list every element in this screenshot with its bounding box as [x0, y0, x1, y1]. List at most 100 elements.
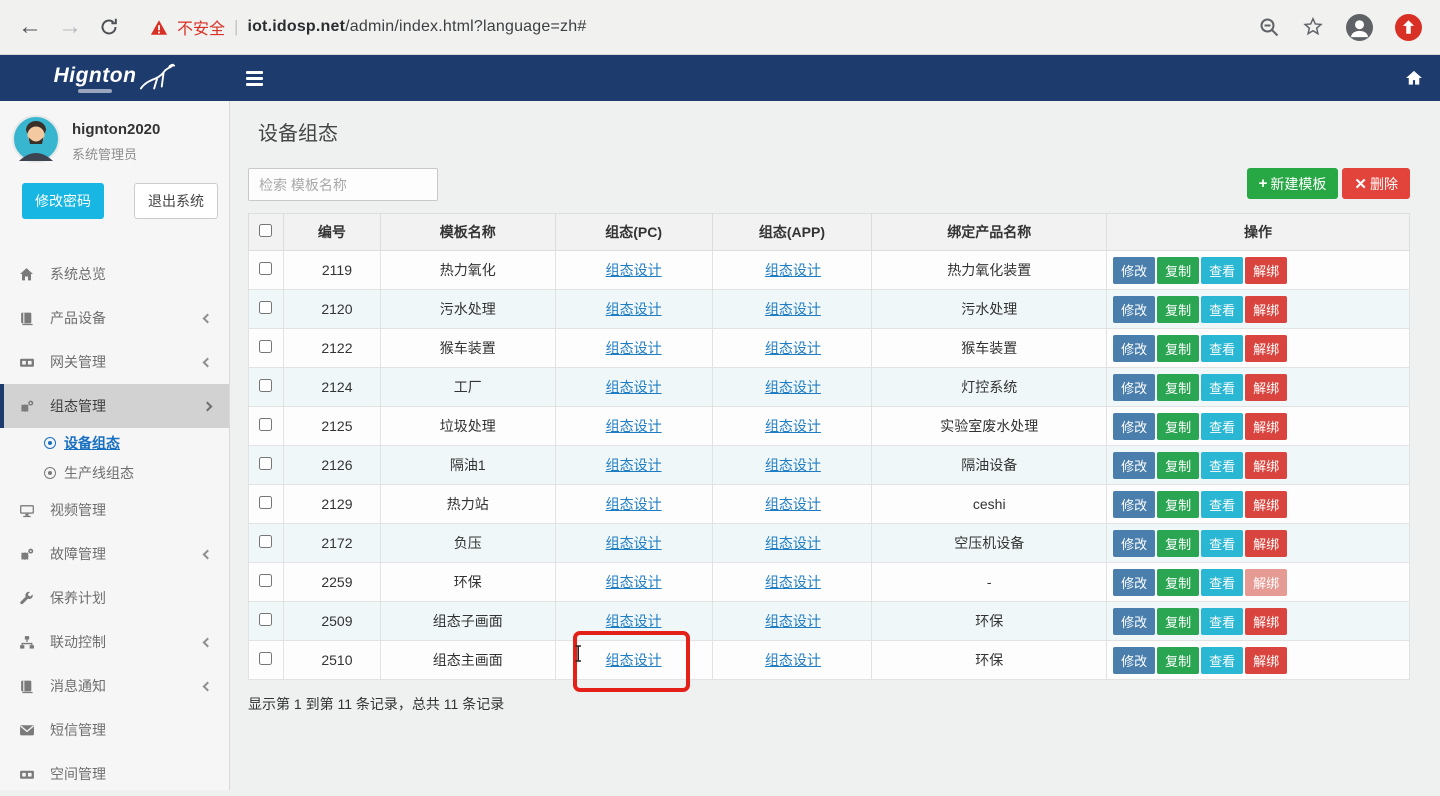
delete-button[interactable]: ✕删除 — [1342, 168, 1410, 199]
unbind-button[interactable]: 解绑 — [1245, 491, 1287, 518]
sidebar-item-保养计划[interactable]: 保养计划 — [0, 576, 229, 620]
view-button[interactable]: 查看 — [1201, 569, 1243, 596]
zoom-out-icon[interactable] — [1258, 16, 1280, 38]
app-config-link[interactable]: 组态设计 — [765, 496, 821, 512]
address-bar[interactable]: 不安全 | iot.idosp.net/admin/index.html?lan… — [150, 15, 1242, 39]
app-logo[interactable]: Hignton — [0, 55, 230, 101]
pc-config-link[interactable]: 组态设计 — [606, 496, 662, 512]
copy-button[interactable]: 复制 — [1157, 296, 1199, 323]
user-avatar[interactable] — [12, 115, 60, 163]
modify-button[interactable]: 修改 — [1113, 335, 1155, 362]
row-checkbox[interactable] — [259, 379, 272, 392]
modify-button[interactable]: 修改 — [1113, 413, 1155, 440]
app-config-link[interactable]: 组态设计 — [765, 457, 821, 473]
view-button[interactable]: 查看 — [1201, 608, 1243, 635]
new-template-button[interactable]: +新建模板 — [1247, 168, 1339, 199]
sidebar-item-组态管理[interactable]: 组态管理 — [0, 384, 229, 428]
unbind-button[interactable]: 解绑 — [1245, 608, 1287, 635]
app-config-link[interactable]: 组态设计 — [765, 613, 821, 629]
pc-config-link[interactable]: 组态设计 — [606, 379, 662, 395]
sidebar-item-系统总览[interactable]: 系统总览 — [0, 252, 229, 296]
logout-button[interactable]: 退出系统 — [134, 183, 218, 219]
sidebar-subitem-设备组态[interactable]: 设备组态 — [0, 428, 229, 458]
sidebar-item-联动控制[interactable]: 联动控制 — [0, 620, 229, 664]
copy-button[interactable]: 复制 — [1157, 530, 1199, 557]
sidebar-item-消息通知[interactable]: 消息通知 — [0, 664, 229, 708]
view-button[interactable]: 查看 — [1201, 491, 1243, 518]
pc-config-link[interactable]: 组态设计 — [606, 613, 662, 629]
sidebar-subitem-生产线组态[interactable]: 生产线组态 — [0, 458, 229, 488]
bookmark-star-icon[interactable] — [1302, 16, 1324, 38]
unbind-button[interactable]: 解绑 — [1245, 374, 1287, 401]
row-checkbox[interactable] — [259, 496, 272, 509]
row-checkbox[interactable] — [259, 652, 272, 665]
change-password-button[interactable]: 修改密码 — [22, 183, 104, 219]
app-config-link[interactable]: 组态设计 — [765, 340, 821, 356]
app-config-link[interactable]: 组态设计 — [765, 379, 821, 395]
row-checkbox[interactable] — [259, 574, 272, 587]
app-config-link[interactable]: 组态设计 — [765, 535, 821, 551]
sidebar-toggle-icon[interactable] — [246, 71, 263, 86]
unbind-button[interactable]: 解绑 — [1245, 257, 1287, 284]
pc-config-link[interactable]: 组态设计 — [606, 418, 662, 434]
search-input[interactable] — [248, 168, 438, 201]
browser-update-icon[interactable] — [1395, 14, 1422, 41]
row-checkbox[interactable] — [259, 340, 272, 353]
row-checkbox[interactable] — [259, 535, 272, 548]
modify-button[interactable]: 修改 — [1113, 374, 1155, 401]
modify-button[interactable]: 修改 — [1113, 491, 1155, 518]
modify-button[interactable]: 修改 — [1113, 647, 1155, 674]
view-button[interactable]: 查看 — [1201, 452, 1243, 479]
unbind-button[interactable]: 解绑 — [1245, 647, 1287, 674]
copy-button[interactable]: 复制 — [1157, 608, 1199, 635]
view-button[interactable]: 查看 — [1201, 530, 1243, 557]
sidebar-item-短信管理[interactable]: 短信管理 — [0, 708, 229, 752]
url-text[interactable]: iot.idosp.net/admin/index.html?language=… — [247, 18, 586, 36]
view-button[interactable]: 查看 — [1201, 335, 1243, 362]
sidebar-item-产品设备[interactable]: 产品设备 — [0, 296, 229, 340]
modify-button[interactable]: 修改 — [1113, 608, 1155, 635]
unbind-button[interactable]: 解绑 — [1245, 296, 1287, 323]
row-checkbox[interactable] — [259, 301, 272, 314]
app-config-link[interactable]: 组态设计 — [765, 574, 821, 590]
modify-button[interactable]: 修改 — [1113, 452, 1155, 479]
row-checkbox[interactable] — [259, 262, 272, 275]
copy-button[interactable]: 复制 — [1157, 413, 1199, 440]
row-checkbox[interactable] — [259, 457, 272, 470]
copy-button[interactable]: 复制 — [1157, 647, 1199, 674]
copy-button[interactable]: 复制 — [1157, 569, 1199, 596]
unbind-button[interactable]: 解绑 — [1245, 569, 1287, 596]
app-config-link[interactable]: 组态设计 — [765, 262, 821, 278]
row-checkbox[interactable] — [259, 418, 272, 431]
refresh-icon[interactable] — [98, 16, 120, 38]
copy-button[interactable]: 复制 — [1157, 452, 1199, 479]
sidebar-item-网关管理[interactable]: 网关管理 — [0, 340, 229, 384]
copy-button[interactable]: 复制 — [1157, 491, 1199, 518]
view-button[interactable]: 查看 — [1201, 647, 1243, 674]
modify-button[interactable]: 修改 — [1113, 530, 1155, 557]
pc-config-link[interactable]: 组态设计 — [606, 340, 662, 356]
app-config-link[interactable]: 组态设计 — [765, 652, 821, 668]
profile-avatar-icon[interactable] — [1346, 14, 1373, 41]
app-config-link[interactable]: 组态设计 — [765, 418, 821, 434]
home-icon[interactable] — [1404, 68, 1424, 88]
select-all-checkbox[interactable] — [259, 224, 272, 237]
unbind-button[interactable]: 解绑 — [1245, 335, 1287, 362]
sidebar-item-空间管理[interactable]: 空间管理 — [0, 752, 229, 796]
view-button[interactable]: 查看 — [1201, 413, 1243, 440]
view-button[interactable]: 查看 — [1201, 296, 1243, 323]
modify-button[interactable]: 修改 — [1113, 296, 1155, 323]
modify-button[interactable]: 修改 — [1113, 257, 1155, 284]
pc-config-link[interactable]: 组态设计 — [606, 652, 662, 668]
view-button[interactable]: 查看 — [1201, 257, 1243, 284]
pc-config-link[interactable]: 组态设计 — [606, 574, 662, 590]
sidebar-item-故障管理[interactable]: 故障管理 — [0, 532, 229, 576]
copy-button[interactable]: 复制 — [1157, 335, 1199, 362]
copy-button[interactable]: 复制 — [1157, 257, 1199, 284]
pc-config-link[interactable]: 组态设计 — [606, 262, 662, 278]
copy-button[interactable]: 复制 — [1157, 374, 1199, 401]
pc-config-link[interactable]: 组态设计 — [606, 301, 662, 317]
unbind-button[interactable]: 解绑 — [1245, 530, 1287, 557]
view-button[interactable]: 查看 — [1201, 374, 1243, 401]
unbind-button[interactable]: 解绑 — [1245, 452, 1287, 479]
